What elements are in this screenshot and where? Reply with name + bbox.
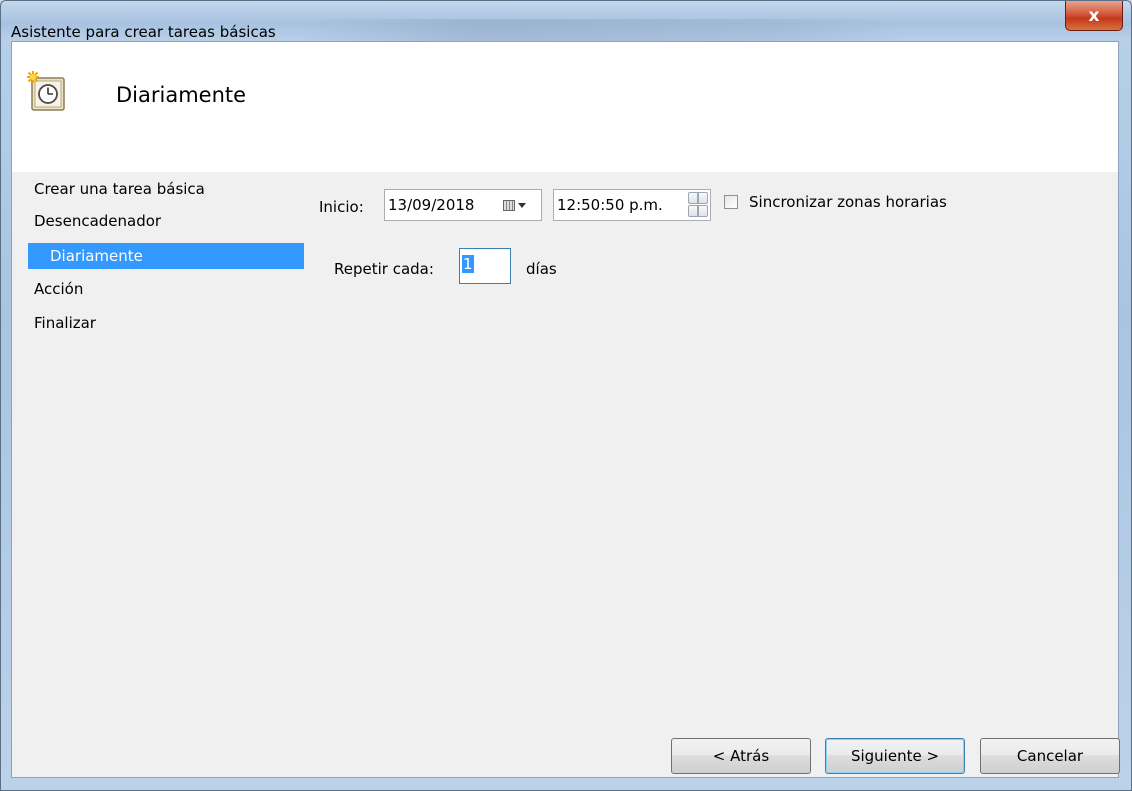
cancel-button[interactable]: Cancelar — [980, 738, 1120, 774]
repeat-days-input[interactable]: 1 — [459, 248, 511, 284]
calendar-icon — [503, 199, 515, 211]
step-crear-tarea[interactable]: Crear una tarea básica — [34, 176, 205, 202]
step-diariamente[interactable]: Diariamente — [28, 243, 304, 269]
start-label: Inicio: — [319, 198, 364, 216]
spin-up-button[interactable] — [688, 192, 708, 204]
wizard-header: Diariamente — [12, 42, 1118, 172]
page-title: Diariamente — [116, 83, 247, 107]
back-button[interactable]: < Atrás — [671, 738, 811, 774]
repeat-unit-label: días — [526, 260, 557, 278]
start-date-value: 13/09/2018 — [388, 196, 475, 214]
wizard-window: Asistente para crear tareas básicas x Di… — [0, 0, 1132, 791]
repeat-days-value: 1 — [462, 255, 474, 273]
start-time-value: 12:50:50 p.m. — [557, 196, 663, 214]
close-button[interactable]: x — [1065, 1, 1123, 31]
arrow-up-icon — [697, 192, 699, 204]
wizard-client-area: Diariamente Crear una tarea básica Desen… — [11, 41, 1120, 778]
spin-down-button[interactable] — [688, 205, 708, 217]
arrow-down-icon — [697, 205, 699, 217]
time-spinner[interactable] — [688, 192, 708, 218]
repeat-label: Repetir cada: — [334, 260, 434, 278]
chevron-down-icon — [518, 202, 526, 208]
scheduled-task-clock-icon — [27, 71, 65, 111]
title-bar-glass — [301, 19, 901, 41]
start-date-picker[interactable]: 13/09/2018 — [384, 189, 542, 221]
sync-timezones-checkbox[interactable] — [724, 195, 738, 209]
next-button[interactable]: Siguiente > — [825, 738, 965, 774]
step-finalizar[interactable]: Finalizar — [34, 310, 96, 336]
sync-timezones-label[interactable]: Sincronizar zonas horarias — [749, 192, 947, 212]
close-icon: x — [1088, 5, 1100, 26]
step-desencadenador[interactable]: Desencadenador — [34, 208, 161, 234]
step-accion[interactable]: Acción — [34, 276, 83, 302]
title-bar[interactable]: Asistente para crear tareas básicas x — [1, 1, 1131, 41]
start-time-picker[interactable]: 12:50:50 p.m. — [553, 189, 711, 221]
calendar-dropdown-button[interactable] — [503, 196, 533, 214]
window-title: Asistente para crear tareas básicas — [11, 23, 276, 41]
